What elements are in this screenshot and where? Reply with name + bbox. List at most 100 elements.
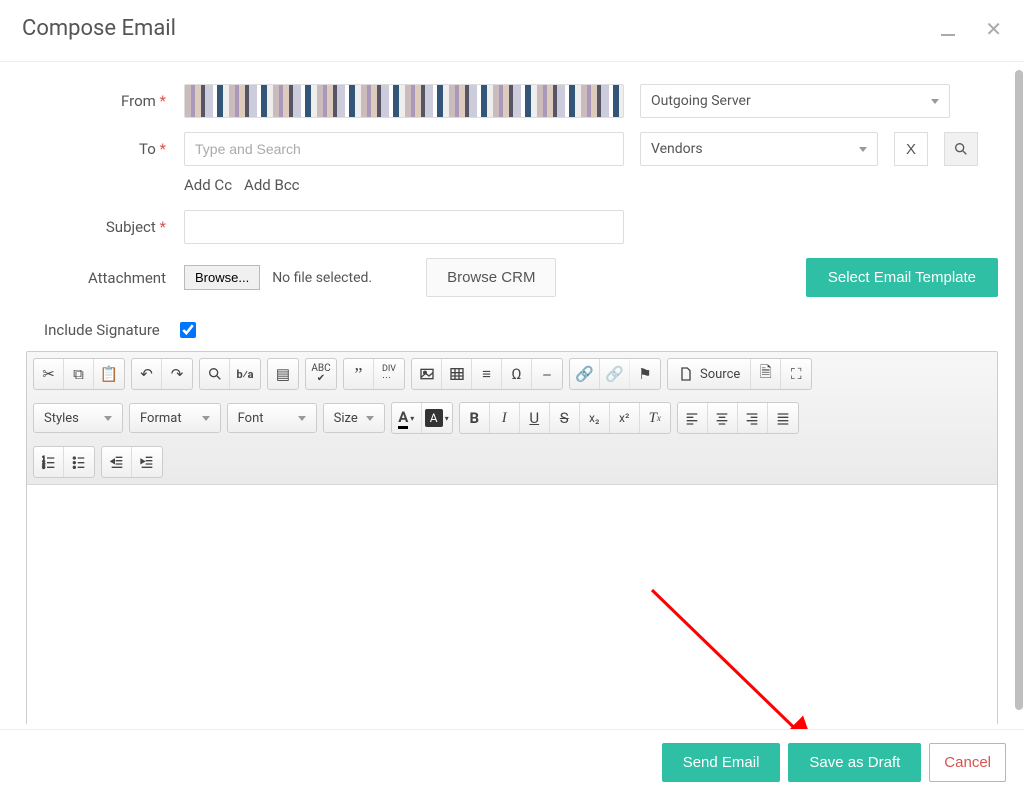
italic-button[interactable]: I <box>490 403 520 433</box>
group-clipboard: ✂ ⧉ 📋 <box>33 358 125 390</box>
source-label: Source <box>700 367 740 382</box>
table-button[interactable] <box>442 359 472 389</box>
font-dropdown[interactable]: Font <box>227 403 317 433</box>
removeformat-button[interactable]: Tx <box>640 403 670 433</box>
add-cc-link[interactable]: Add Cc <box>184 176 232 194</box>
group-blocks: ” DIV⋯ <box>343 358 405 390</box>
source-button[interactable]: Source <box>668 359 751 389</box>
anchor-button[interactable]: ⚑ <box>630 359 660 389</box>
group-find: b⁄a <box>199 358 261 390</box>
strike-button[interactable]: S <box>550 403 580 433</box>
bold-button[interactable]: B <box>460 403 490 433</box>
label-subject: Subject * <box>26 210 166 236</box>
align-justify-button[interactable] <box>768 403 798 433</box>
cancel-button[interactable]: Cancel <box>929 743 1006 782</box>
chevron-down-icon <box>859 147 867 152</box>
row-to: To * Vendors X <box>26 132 998 166</box>
modal-title: Compose Email <box>22 16 176 41</box>
bgcolor-icon: A <box>425 409 443 427</box>
cut-button[interactable]: ✂ <box>34 359 64 389</box>
row-subject: Subject * <box>26 210 998 244</box>
copy-button[interactable]: ⧉ <box>64 359 94 389</box>
compose-email-modal: Compose Email ✕ From * Outgoing Server T… <box>0 0 1024 795</box>
editor-body[interactable] <box>27 485 997 724</box>
chevron-down-icon <box>104 416 112 421</box>
undo-button[interactable]: ↶ <box>132 359 162 389</box>
textcolor-button[interactable]: A▾ <box>392 403 422 433</box>
indent-button[interactable] <box>132 447 162 477</box>
attachment-fields: Browse... No file selected. Browse CRM S… <box>184 258 998 297</box>
superscript-button[interactable]: x² <box>610 403 640 433</box>
align-left-button[interactable] <box>678 403 708 433</box>
lookup-button[interactable] <box>944 132 978 166</box>
underline-button[interactable]: U <box>520 403 550 433</box>
format-label: Format <box>140 411 182 426</box>
format-dropdown[interactable]: Format <box>129 403 221 433</box>
subject-input[interactable] <box>184 210 624 244</box>
table-icon <box>449 366 465 382</box>
close-icon[interactable]: ✕ <box>985 17 1002 41</box>
align-left-icon <box>684 410 700 426</box>
clear-recipient-button[interactable]: X <box>894 132 928 166</box>
add-bcc-link[interactable]: Add Bcc <box>244 176 299 194</box>
minimize-icon[interactable] <box>941 34 955 36</box>
row-include-signature: Include Signature <box>26 321 998 339</box>
vertical-scrollbar[interactable] <box>1015 70 1023 705</box>
specialchar-button[interactable]: Ω <box>502 359 532 389</box>
scroll-thumb[interactable] <box>1015 70 1023 710</box>
replace-button[interactable]: b⁄a <box>230 359 260 389</box>
selectall-button[interactable]: ▤ <box>268 359 298 389</box>
group-links: 🔗 🔗 ⚑ <box>569 358 661 390</box>
editor-toolbar: ✂ ⧉ 📋 ↶ ↷ b⁄a ▤ ABC✔ <box>27 352 997 485</box>
pagebreak-button[interactable]: ⎯ <box>532 359 562 389</box>
div-button[interactable]: DIV⋯ <box>374 359 404 389</box>
browse-crm-button[interactable]: Browse CRM <box>426 258 556 297</box>
indent-icon <box>139 454 155 470</box>
align-right-button[interactable] <box>738 403 768 433</box>
find-button[interactable] <box>200 359 230 389</box>
spellcheck-button[interactable]: ABC✔ <box>306 359 336 389</box>
to-input[interactable] <box>184 132 624 166</box>
ul-icon <box>71 454 87 470</box>
outdent-button[interactable] <box>102 447 132 477</box>
group-source: Source 🗎 ⛶ <box>667 358 812 390</box>
send-email-button[interactable]: Send Email <box>662 743 781 782</box>
document-icon <box>678 366 694 382</box>
hr-button[interactable]: ≡ <box>472 359 502 389</box>
rich-text-editor: ✂ ⧉ 📋 ↶ ↷ b⁄a ▤ ABC✔ <box>26 351 998 724</box>
include-signature-checkbox[interactable] <box>180 322 196 338</box>
align-center-button[interactable] <box>708 403 738 433</box>
subject-fields <box>184 210 998 244</box>
bgcolor-button[interactable]: A▾ <box>422 403 452 433</box>
paste-button[interactable]: 📋 <box>94 359 124 389</box>
redo-button[interactable]: ↷ <box>162 359 192 389</box>
bulletlist-button[interactable] <box>64 447 94 477</box>
chevron-down-icon <box>366 416 374 421</box>
size-dropdown[interactable]: Size <box>323 403 385 433</box>
unlink-button[interactable]: 🔗 <box>600 359 630 389</box>
link-button[interactable]: 🔗 <box>570 359 600 389</box>
blockquote-button[interactable]: ” <box>344 359 374 389</box>
subscript-button[interactable]: x₂ <box>580 403 610 433</box>
outgoing-server-label: Outgoing Server <box>651 93 751 109</box>
styles-dropdown[interactable]: Styles <box>33 403 123 433</box>
image-button[interactable] <box>412 359 442 389</box>
chevron-down-icon <box>298 416 306 421</box>
font-label: Font <box>238 411 264 426</box>
module-select[interactable]: Vendors <box>640 132 878 166</box>
preview-button[interactable]: 🗎 <box>751 359 781 389</box>
from-address-redacted[interactable] <box>184 84 624 118</box>
select-template-button[interactable]: Select Email Template <box>806 258 998 297</box>
outgoing-server-select[interactable]: Outgoing Server <box>640 84 950 118</box>
image-icon <box>419 366 435 382</box>
include-signature-label: Include Signature <box>44 321 160 339</box>
row-attachment: Attachment Browse... No file selected. B… <box>26 258 998 297</box>
numberlist-button[interactable]: 123 <box>34 447 64 477</box>
group-indent <box>101 446 163 478</box>
group-align <box>677 402 799 434</box>
modal-footer: Send Email Save as Draft Cancel <box>0 729 1024 795</box>
maximize-button[interactable]: ⛶ <box>781 359 811 389</box>
module-select-label: Vendors <box>651 141 703 157</box>
browse-file-button[interactable]: Browse... <box>184 265 260 290</box>
save-draft-button[interactable]: Save as Draft <box>788 743 921 782</box>
